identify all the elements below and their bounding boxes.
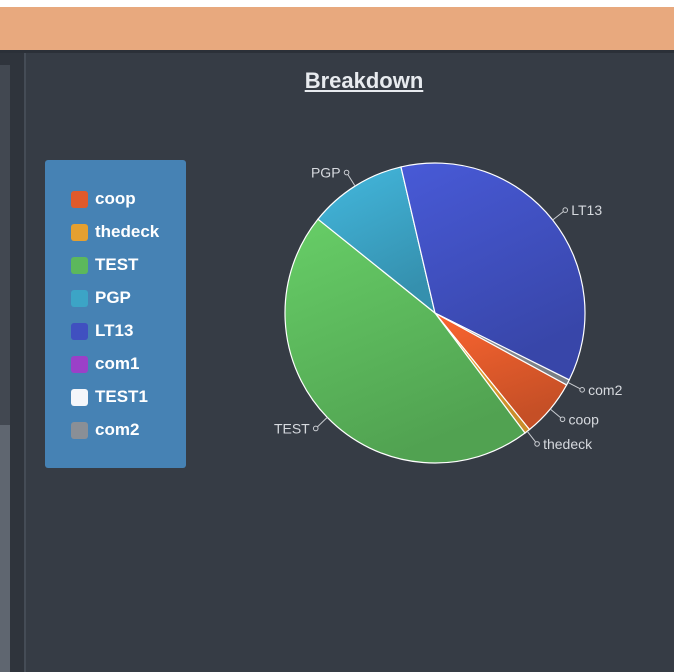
slice-label-test: TEST	[274, 420, 310, 436]
pie-chart: coop thedeck TEST PGP LT13 com2	[274, 162, 623, 464]
pie-slices	[284, 162, 586, 464]
leader-dot	[343, 169, 350, 176]
leader-dot	[312, 425, 319, 432]
leader-dot	[534, 441, 540, 447]
slice-label-lt13: LT13	[571, 202, 602, 218]
slice-label-com2: com2	[588, 382, 622, 398]
leader-dot	[562, 207, 569, 213]
leader-dot	[559, 416, 566, 423]
slice-label-coop: coop	[569, 411, 600, 427]
slice-label-pgp: PGP	[311, 165, 341, 181]
slice-label-thedeck: thedeck	[543, 436, 593, 452]
leader-dot	[579, 387, 585, 393]
